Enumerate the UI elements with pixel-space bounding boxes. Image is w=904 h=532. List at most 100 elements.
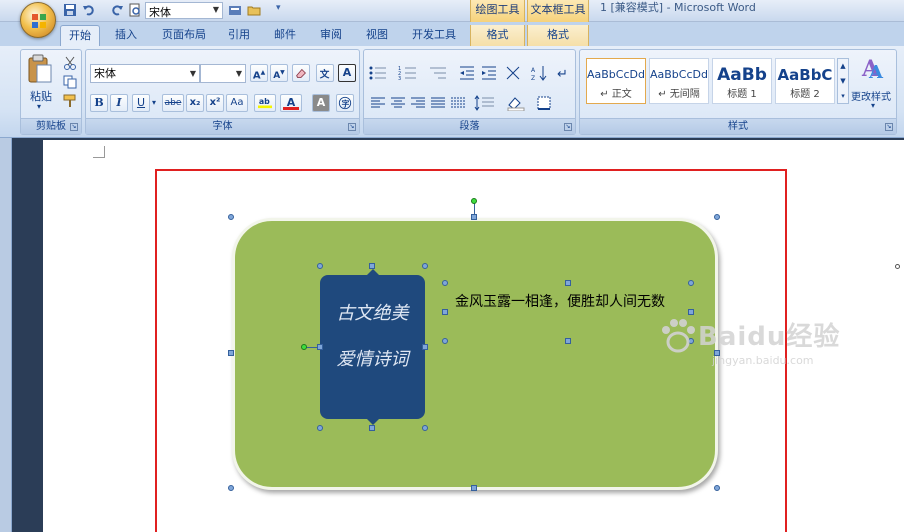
textbox-content[interactable]: 金风玉露一相逢，便胜却人间无数 bbox=[455, 291, 691, 313]
resize-handle-top[interactable] bbox=[471, 214, 477, 220]
undo-icon[interactable] bbox=[82, 3, 96, 17]
tab-references[interactable]: 引用 bbox=[222, 25, 256, 46]
align-center-icon[interactable] bbox=[390, 95, 406, 111]
tab-drawing-format[interactable]: 格式 bbox=[470, 25, 525, 46]
resize-handle-tl[interactable] bbox=[228, 214, 234, 220]
style-card-no-spacing[interactable]: AaBbCcDd ↵ 无间隔 bbox=[649, 58, 709, 104]
textbox-handle-bl[interactable] bbox=[442, 338, 448, 344]
char-shading-button[interactable]: A bbox=[312, 94, 330, 112]
align-right-icon[interactable] bbox=[410, 95, 426, 111]
card-handle-bl[interactable] bbox=[317, 425, 323, 431]
tab-developer[interactable]: 开发工具 bbox=[404, 25, 464, 46]
align-left-icon[interactable] bbox=[370, 95, 386, 111]
paragraph-launcher-icon[interactable]: ↘ bbox=[564, 123, 572, 131]
italic-button[interactable]: I bbox=[110, 94, 128, 112]
card-rotation-handle[interactable] bbox=[301, 344, 307, 350]
multilevel-list-icon[interactable] bbox=[428, 64, 448, 82]
highlight-button[interactable]: ab bbox=[254, 94, 276, 112]
clipboard-launcher-icon[interactable]: ↘ bbox=[70, 123, 78, 131]
change-styles-icon[interactable]: A A bbox=[859, 54, 889, 82]
copy-icon[interactable] bbox=[63, 75, 77, 89]
shading-icon[interactable] bbox=[506, 95, 528, 111]
bullets-icon[interactable] bbox=[368, 64, 388, 82]
show-marks-icon[interactable]: ↵ bbox=[554, 64, 572, 82]
numbering-icon[interactable]: 123 bbox=[398, 64, 418, 82]
card-handle-br[interactable] bbox=[422, 425, 428, 431]
style-card-normal[interactable]: AaBbCcDd ↵ 正文 bbox=[586, 58, 646, 104]
grow-font-button[interactable]: A▲ bbox=[250, 64, 268, 82]
print-preview-icon[interactable] bbox=[128, 3, 142, 17]
open-folder-icon[interactable] bbox=[247, 3, 261, 17]
char-border-button[interactable]: A bbox=[338, 64, 356, 82]
resize-handle-br[interactable] bbox=[714, 485, 720, 491]
resize-handle-bl[interactable] bbox=[228, 485, 234, 491]
increase-indent-icon[interactable] bbox=[480, 64, 498, 82]
borders-icon[interactable] bbox=[536, 95, 558, 111]
group-font: 宋体 ▼ ▼ A▲ A▼ 文 A B I U ▾ abe x₂ x² Aa ab… bbox=[85, 49, 360, 135]
qat-customize-icon[interactable]: ▾ bbox=[276, 3, 281, 13]
watermark-brand: Baidu经验 bbox=[698, 322, 841, 352]
resize-handle-tr[interactable] bbox=[714, 214, 720, 220]
subscript-button[interactable]: x₂ bbox=[186, 94, 204, 112]
textbox-handle-tl[interactable] bbox=[442, 280, 448, 286]
font-name-combo[interactable]: 宋体 ▼ bbox=[90, 64, 200, 83]
tab-textbox-format[interactable]: 格式 bbox=[527, 25, 589, 46]
card-handle-tr[interactable] bbox=[422, 263, 428, 269]
resize-handle-left[interactable] bbox=[228, 350, 234, 356]
card-handle-top[interactable] bbox=[369, 263, 375, 269]
justify-icon[interactable] bbox=[430, 95, 446, 111]
decrease-indent-icon[interactable] bbox=[458, 64, 476, 82]
textbox-handle-right[interactable] bbox=[688, 309, 694, 315]
sort-icon[interactable]: AZ bbox=[530, 64, 548, 82]
change-case-button[interactable]: Aa bbox=[226, 94, 248, 112]
font-color-button[interactable]: A bbox=[280, 94, 302, 112]
distributed-icon[interactable] bbox=[450, 95, 466, 111]
shrink-font-button[interactable]: A▼ bbox=[270, 64, 288, 82]
tab-view[interactable]: 视图 bbox=[360, 25, 394, 46]
underline-button[interactable]: U bbox=[132, 94, 150, 112]
card-handle-bottom[interactable] bbox=[369, 425, 375, 431]
tab-home[interactable]: 开始 bbox=[60, 25, 100, 46]
paste-icon[interactable] bbox=[27, 54, 53, 84]
underline-chevron-down-icon[interactable]: ▾ bbox=[152, 98, 156, 107]
bold-button[interactable]: B bbox=[90, 94, 108, 112]
textbox-handle-top[interactable] bbox=[565, 280, 571, 286]
chinese-layout-icon[interactable] bbox=[504, 64, 522, 82]
tab-mailings[interactable]: 邮件 bbox=[268, 25, 302, 46]
svg-text:文: 文 bbox=[319, 68, 330, 80]
quick-font-box[interactable]: 宋体 ▼ bbox=[145, 2, 223, 19]
tab-page-layout[interactable]: 页面布局 bbox=[155, 25, 213, 46]
phonetic-guide-button[interactable]: 文 bbox=[316, 64, 334, 82]
textbox-handle-bottom[interactable] bbox=[565, 338, 571, 344]
font-size-combo[interactable]: ▼ bbox=[200, 64, 246, 83]
style-card-heading-1[interactable]: AaBb 标题 1 bbox=[712, 58, 772, 104]
rounded-rectangle-shape[interactable] bbox=[232, 218, 718, 490]
textbox-handle-left[interactable] bbox=[442, 309, 448, 315]
tab-review[interactable]: 审阅 bbox=[314, 25, 348, 46]
card-handle-left[interactable] bbox=[317, 344, 323, 350]
style-card-heading-2[interactable]: AaBbC 标题 2 bbox=[775, 58, 835, 104]
office-button[interactable] bbox=[20, 2, 56, 38]
change-styles-chevron-down-icon[interactable]: ▾ bbox=[871, 101, 875, 110]
strikethrough-button[interactable]: abe bbox=[162, 94, 184, 112]
format-icon[interactable] bbox=[228, 3, 242, 17]
card-handle-right[interactable] bbox=[422, 344, 428, 350]
font-launcher-icon[interactable]: ↘ bbox=[348, 123, 356, 131]
clear-format-button[interactable] bbox=[292, 64, 310, 82]
enclose-characters-button[interactable]: 字 bbox=[336, 94, 354, 112]
rotation-handle[interactable] bbox=[471, 198, 477, 204]
paste-chevron-down-icon[interactable]: ▾ bbox=[37, 102, 41, 111]
format-painter-icon[interactable] bbox=[63, 94, 77, 108]
superscript-button[interactable]: x² bbox=[206, 94, 224, 112]
cut-icon[interactable] bbox=[63, 56, 77, 70]
title-card-shape[interactable]: 古文绝美 爱情诗词 bbox=[320, 269, 425, 425]
save-icon[interactable] bbox=[63, 3, 77, 17]
styles-launcher-icon[interactable]: ↘ bbox=[885, 123, 893, 131]
resize-handle-bottom[interactable] bbox=[471, 485, 477, 491]
styles-gallery-scroller[interactable]: ▲ ▼ ▾ bbox=[837, 58, 849, 104]
textbox-handle-tr[interactable] bbox=[688, 280, 694, 286]
card-handle-tl[interactable] bbox=[317, 263, 323, 269]
tab-insert[interactable]: 插入 bbox=[108, 25, 144, 46]
redo-icon[interactable] bbox=[110, 3, 124, 17]
line-spacing-icon[interactable] bbox=[474, 95, 496, 111]
